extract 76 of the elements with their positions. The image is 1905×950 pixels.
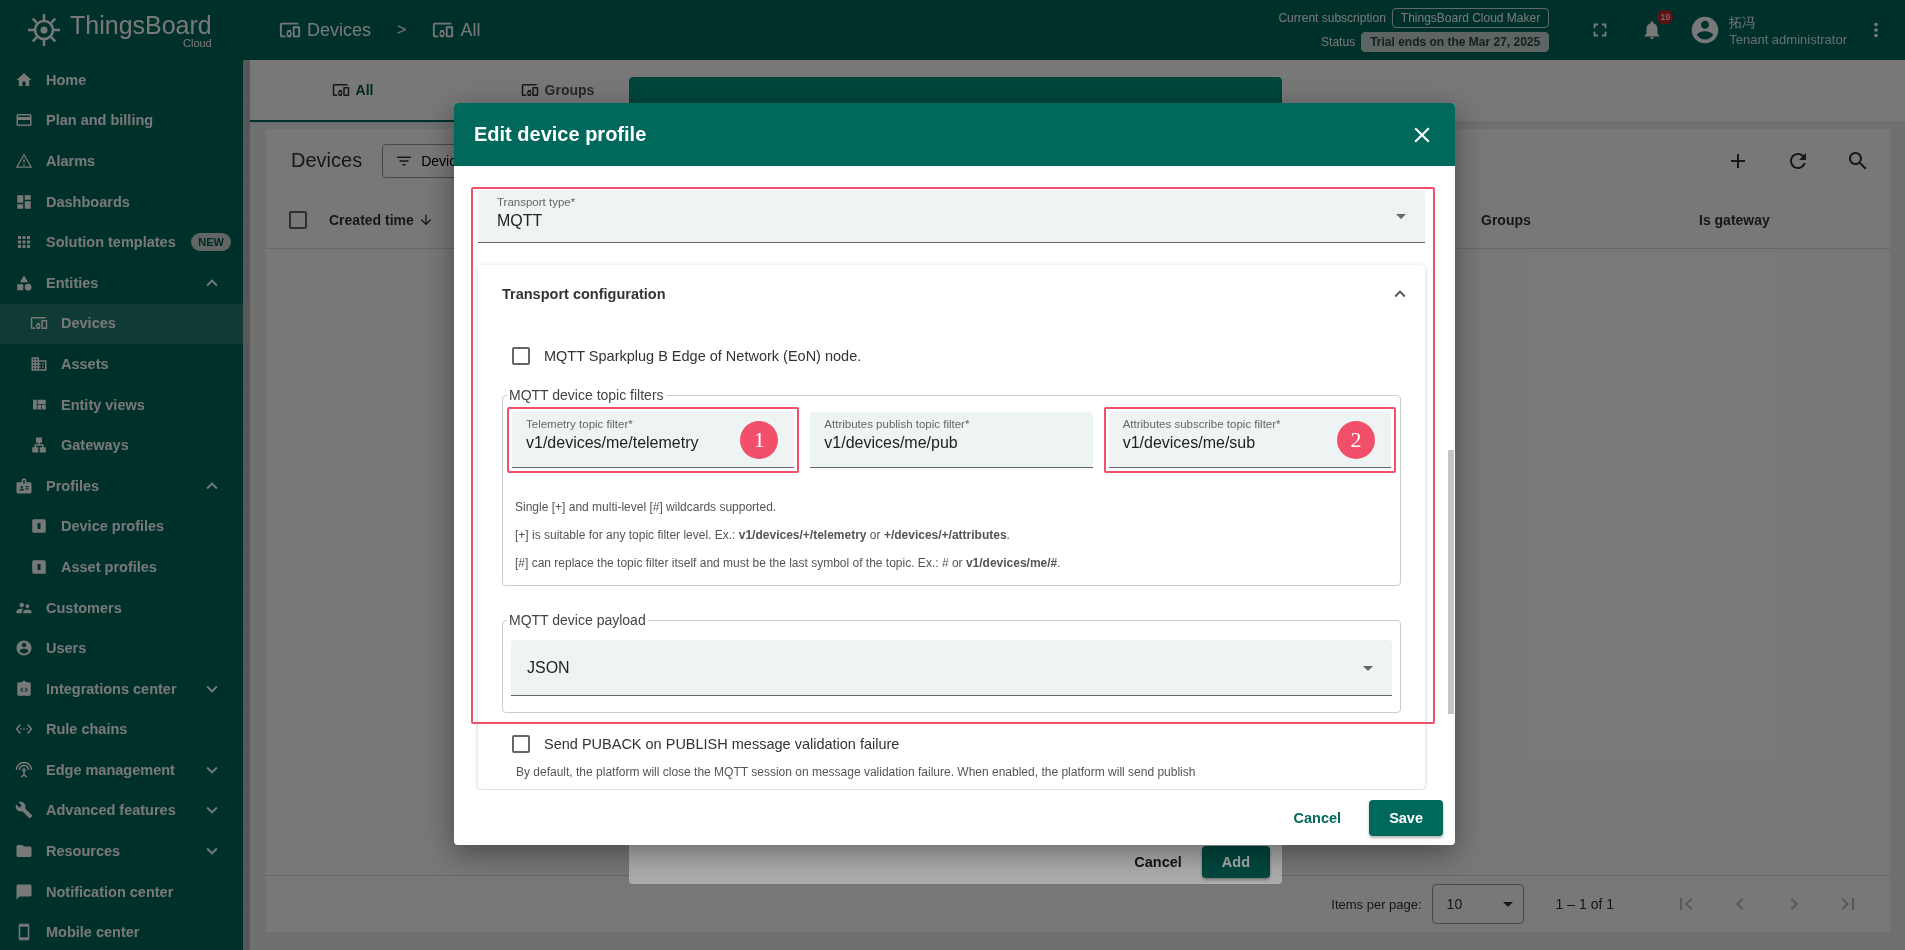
notification-count: 19: [1657, 10, 1674, 24]
cancel-button[interactable]: Cancel: [1287, 808, 1348, 827]
callout-number: 1: [740, 421, 779, 459]
hint-text: By default, the platform will close the MQTT session on message validation failure. When enabled, the platform will send publish: [516, 765, 1197, 779]
subscription-label: Current subscription: [1278, 11, 1386, 25]
tab[interactable]: All: [250, 60, 455, 122]
shapes-icon: [15, 273, 33, 292]
user-role: Tenant administrator: [1729, 31, 1847, 47]
trial-status: Trial ends on the Mar 27, 2025: [1361, 32, 1550, 52]
breadcrumb-link[interactable]: Devices: [279, 19, 372, 41]
sidebar-item[interactable]: Asset profiles: [0, 547, 243, 588]
warning-icon: [15, 152, 33, 170]
page-size-select[interactable]: 10: [1431, 884, 1524, 924]
square-badge-icon: [30, 557, 48, 576]
checkbox-label: MQTT Sparkplug B Edge of Network (EoN) node.: [544, 348, 862, 364]
scrollbar[interactable]: [1448, 450, 1454, 714]
breadcrumb-separator: >: [397, 21, 407, 39]
column-header[interactable]: Created time: [329, 212, 434, 228]
new-badge: NEW: [191, 233, 231, 252]
breadcrumb-link[interactable]: All: [432, 19, 481, 41]
help-text: [+] is suitable for any topic filter level. Ex.: v1/devices/+/telemetry or +/devices/+/attributes.: [515, 527, 1011, 544]
add-button[interactable]: Add: [1201, 846, 1270, 878]
sidebar-item[interactable]: Notification center: [0, 871, 243, 913]
sidebar-item[interactable]: Profiles: [0, 465, 243, 507]
scrollbar[interactable]: [243, 60, 250, 950]
column-header[interactable]: Is gateway: [1699, 212, 1770, 228]
devices-icon: [520, 81, 539, 99]
sidebar-item[interactable]: Resources: [0, 831, 243, 872]
antenna-icon: [15, 760, 33, 779]
topic-filter-field[interactable]: Telemetry topic filter* v1/devices/me/telemetry 1: [507, 407, 800, 473]
callout-number: 2: [1337, 421, 1375, 459]
sidebar-item[interactable]: Gateways: [0, 425, 243, 466]
sidebar-item[interactable]: Assets: [0, 344, 243, 385]
clipboard-icon: [15, 679, 33, 698]
dropdown-arrow-icon: [1502, 901, 1513, 907]
devices-icon: [331, 81, 350, 99]
dropdown-arrow-icon: [1363, 665, 1373, 671]
page-size-label: Items per page:: [1331, 896, 1422, 912]
checkbox[interactable]: [512, 347, 530, 365]
tab[interactable]: Groups: [455, 60, 660, 122]
card-title: Devices: [291, 149, 363, 172]
account-icon: [15, 639, 33, 658]
help-text: [#] can replace the topic filter itself and must be the last symbol of the topic. Ex.: # or v1/devices/me/#.: [515, 555, 1062, 572]
column-header[interactable]: Groups: [1481, 212, 1531, 228]
checkbox[interactable]: [289, 211, 307, 229]
transport-type-select[interactable]: Transport type* MQTT: [478, 190, 1425, 243]
sidebar-item[interactable]: Solution templates NEW: [0, 222, 243, 263]
building-icon: [30, 354, 48, 373]
page-range: 1 – 1 of 1: [1555, 896, 1614, 912]
id-card-icon: [15, 476, 33, 495]
status-label: Status: [1321, 35, 1356, 49]
dialog-title: Edit device profile: [474, 123, 647, 146]
panel-title: Transport configuration: [502, 286, 666, 302]
topic-filter-field[interactable]: Attributes subscribe topic filter* v1/devices/me/sub 2: [1103, 407, 1396, 473]
chat-bubble-icon: [15, 882, 33, 901]
checkbox[interactable]: [512, 735, 530, 753]
dashboard-icon: [15, 192, 33, 211]
wrench-icon: [15, 801, 33, 820]
sidebar-item[interactable]: Integrations center: [0, 668, 243, 710]
user-name: 拓冯: [1729, 13, 1757, 32]
group-legend: MQTT device payload: [507, 612, 648, 628]
square-badge-icon: [30, 517, 48, 536]
sidebar-item[interactable]: Users: [0, 628, 243, 669]
save-button[interactable]: Save: [1369, 799, 1443, 836]
dropdown-arrow-icon: [1396, 214, 1406, 219]
checkbox-label: Send PUBACK on PUBLISH message validation failure: [544, 736, 900, 752]
sidebar-item[interactable]: Device profiles: [0, 506, 243, 548]
network-icon: [30, 436, 48, 455]
group-legend: MQTT device topic filters: [507, 387, 666, 403]
sidebar-item[interactable]: Dashboards: [0, 181, 243, 223]
cancel-button[interactable]: Cancel: [1128, 853, 1188, 871]
brand-subtitle: Cloud: [183, 37, 212, 49]
payload-type-select[interactable]: JSON: [511, 640, 1392, 696]
help-text: Single [+] and multi-level [#] wildcards supported.: [515, 499, 778, 516]
brand-name: ThingsBoard: [70, 11, 212, 38]
subscription-plan: ThingsBoard Cloud Maker: [1391, 8, 1550, 28]
